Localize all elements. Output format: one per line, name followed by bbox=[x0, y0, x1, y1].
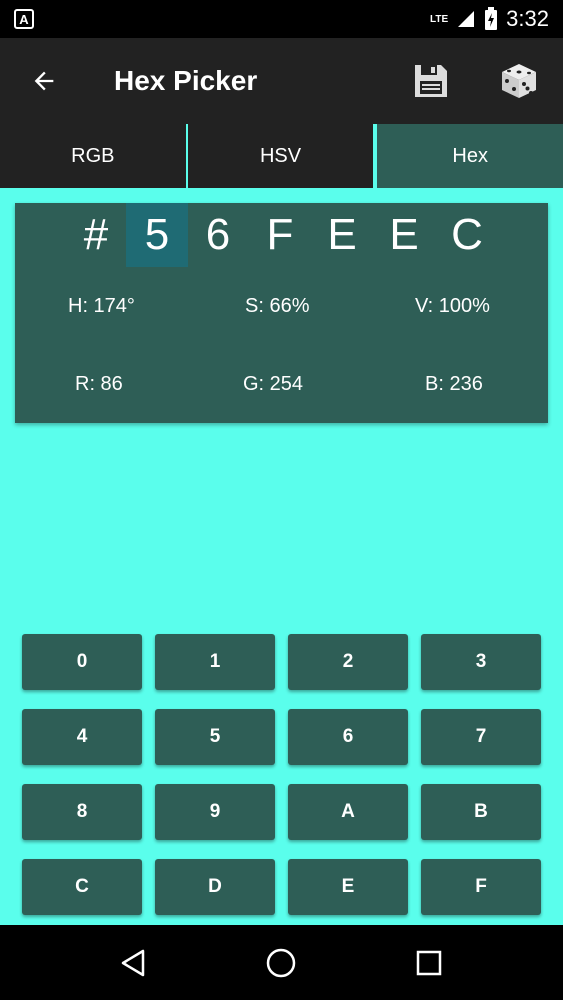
hex-digit-4[interactable]: E bbox=[311, 203, 373, 267]
key-8[interactable]: 8 bbox=[22, 784, 142, 840]
green-value: G: 254 bbox=[243, 372, 304, 395]
hex-digit-2[interactable]: 6 bbox=[187, 203, 249, 267]
status-time: 3:32 bbox=[506, 6, 549, 31]
hex-prefix: # bbox=[83, 210, 109, 259]
hex-digit-row: # 5 6 F E E C bbox=[15, 203, 548, 271]
tab-hex[interactable]: Hex bbox=[375, 124, 563, 188]
hex-panel: # 5 6 F E E C H: 174° S: 66% V: 100% R: … bbox=[15, 203, 548, 423]
nav-home-button[interactable] bbox=[251, 933, 311, 993]
hex-digit-1[interactable]: 5 bbox=[126, 203, 188, 267]
dice-icon bbox=[502, 64, 536, 98]
nav-back-button[interactable] bbox=[104, 933, 164, 993]
battery-icon bbox=[485, 7, 498, 30]
key-6[interactable]: 6 bbox=[288, 709, 408, 765]
hex-digit-3[interactable]: F bbox=[249, 203, 311, 267]
hue-value: H: 174° bbox=[68, 294, 135, 317]
saturation-value: S: 66% bbox=[245, 294, 310, 317]
key-d[interactable]: D bbox=[155, 859, 275, 915]
key-0[interactable]: 0 bbox=[22, 634, 142, 690]
a-notification-icon: A bbox=[14, 9, 34, 29]
value-value: V: 100% bbox=[415, 294, 490, 317]
key-5[interactable]: 5 bbox=[155, 709, 275, 765]
triangle-back-icon bbox=[121, 949, 145, 976]
key-1[interactable]: 1 bbox=[155, 634, 275, 690]
hsv-row: H: 174° S: 66% V: 100% bbox=[15, 286, 548, 326]
key-7[interactable]: 7 bbox=[421, 709, 541, 765]
nav-recents-button[interactable] bbox=[399, 933, 459, 993]
tab-hsv[interactable]: HSV bbox=[188, 124, 376, 188]
key-b[interactable]: B bbox=[421, 784, 541, 840]
random-color-button[interactable] bbox=[475, 38, 563, 124]
key-9[interactable]: 9 bbox=[155, 784, 275, 840]
tab-bar: RGB HSV Hex bbox=[0, 124, 563, 188]
key-a[interactable]: A bbox=[288, 784, 408, 840]
hex-digit-5[interactable]: E bbox=[373, 203, 435, 267]
hex-digit-6[interactable]: C bbox=[436, 203, 498, 267]
key-2[interactable]: 2 bbox=[288, 634, 408, 690]
circle-home-icon bbox=[267, 948, 296, 977]
square-recents-icon bbox=[416, 950, 442, 975]
key-e[interactable]: E bbox=[288, 859, 408, 915]
back-button[interactable] bbox=[0, 38, 88, 124]
lte-indicator: LTE bbox=[430, 13, 449, 25]
signal-icon bbox=[458, 11, 475, 27]
tab-rgb[interactable]: RGB bbox=[0, 124, 188, 188]
key-3[interactable]: 3 bbox=[421, 634, 541, 690]
arrow-left-icon bbox=[34, 71, 54, 91]
save-button[interactable] bbox=[387, 38, 475, 124]
key-4[interactable]: 4 bbox=[22, 709, 142, 765]
blue-value: B: 236 bbox=[425, 372, 483, 395]
floppy-disk-icon bbox=[415, 65, 447, 97]
key-f[interactable]: F bbox=[421, 859, 541, 915]
page-title: Hex Picker bbox=[114, 65, 258, 96]
app-bar: Hex Picker bbox=[0, 38, 563, 124]
rgb-row: R: 86 G: 254 B: 236 bbox=[15, 364, 548, 404]
key-c[interactable]: C bbox=[22, 859, 142, 915]
red-value: R: 86 bbox=[75, 372, 123, 395]
status-bar: A LTE 3:32 bbox=[0, 0, 563, 38]
system-nav-bar bbox=[0, 925, 563, 1000]
